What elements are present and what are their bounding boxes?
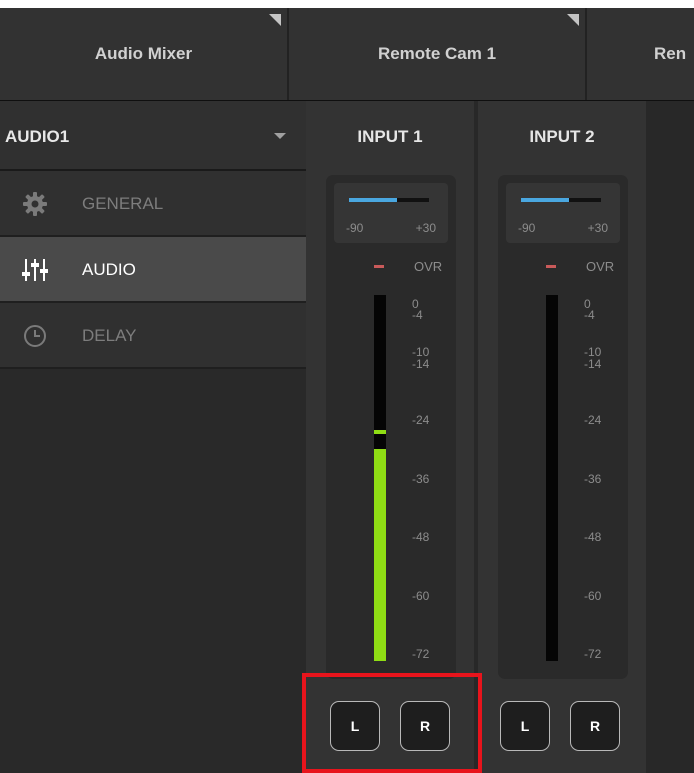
channel-strip-input-2: INPUT 2 -90 +30 OVR 0 -4 -10 -14 -24 -36… <box>478 101 646 773</box>
clock-icon <box>22 323 48 349</box>
scale-tick: -60 <box>584 589 602 603</box>
scale-tick: -14 <box>584 357 602 371</box>
volume-slider[interactable]: -90 +30 <box>506 183 620 243</box>
sidebar-item-label: GENERAL <box>82 194 164 213</box>
volume-fill <box>349 198 397 202</box>
overload-indicator <box>374 265 384 268</box>
scale-tick: -4 <box>584 308 595 322</box>
tab-label: Remote Cam 1 <box>377 44 497 63</box>
volume-slider[interactable]: -90 +30 <box>334 183 448 243</box>
meter-level <box>374 448 386 661</box>
channel-title: INPUT 1 <box>357 127 423 146</box>
channel-strip-input-1: INPUT 1 -90 +30 OVR 0 -4 -10 -14 -24 -36… <box>306 101 474 773</box>
sidebar: AUDIO1 GENERAL AUDIO DELAY <box>0 101 306 773</box>
source-dropdown[interactable]: AUDIO1 <box>0 101 306 171</box>
volume-min-label: -90 <box>346 221 364 235</box>
scale-tick: -72 <box>584 647 602 661</box>
volume-max-label: +30 <box>415 221 436 235</box>
meter-panel: -90 +30 OVR 0 -4 -10 -14 -24 -36 -48 -60… <box>498 175 628 679</box>
volume-track[interactable] <box>349 198 429 202</box>
right-channel-button[interactable]: R <box>400 701 450 751</box>
meter-peak <box>374 430 386 435</box>
scale-tick: -60 <box>412 589 430 603</box>
top-edge <box>0 0 694 8</box>
scale-tick: -14 <box>412 357 430 371</box>
right-channel-button[interactable]: R <box>570 701 620 751</box>
scale-tick: -72 <box>412 647 430 661</box>
level-meter <box>374 295 386 661</box>
ovr-label: OVR <box>414 259 443 274</box>
scale-tick: -24 <box>584 413 602 427</box>
app-window: Audio Mixer Remote Cam 1 Ren AUDIO1 GENE… <box>0 0 694 773</box>
meter-panel: -90 +30 OVR 0 -4 -10 -14 -24 -36 -48 -60… <box>326 175 456 679</box>
sidebar-item-audio[interactable]: AUDIO <box>0 237 306 303</box>
tab-audio-mixer[interactable]: Audio Mixer <box>0 8 287 100</box>
sidebar-item-label: AUDIO <box>82 260 136 279</box>
chevron-down-icon <box>274 133 286 139</box>
overload-indicator <box>546 265 556 268</box>
level-meter <box>546 295 558 661</box>
mixer-area: INPUT 1 -90 +30 OVR 0 -4 -10 -14 -24 -36… <box>306 101 694 773</box>
scale-tick: -4 <box>412 308 423 322</box>
sliders-icon <box>22 257 48 283</box>
left-channel-button[interactable]: L <box>330 701 380 751</box>
sidebar-item-label: DELAY <box>82 326 137 345</box>
sidebar-item-general[interactable]: GENERAL <box>0 171 306 237</box>
scale-tick: -48 <box>412 530 430 544</box>
scale-tick: -24 <box>412 413 430 427</box>
tab-remote-cam-1[interactable]: Remote Cam 1 <box>289 8 585 100</box>
tab-menu-corner-icon[interactable] <box>567 14 579 26</box>
source-dropdown-value: AUDIO1 <box>5 127 70 146</box>
tab-label: Ren <box>654 44 687 63</box>
scale-tick: -36 <box>412 472 430 486</box>
volume-min-label: -90 <box>518 221 536 235</box>
gear-icon <box>22 191 48 217</box>
volume-max-label: +30 <box>587 221 608 235</box>
scale-tick: -48 <box>584 530 602 544</box>
left-channel-button[interactable]: L <box>500 701 550 751</box>
tab-bar: Audio Mixer Remote Cam 1 Ren <box>0 8 694 102</box>
tab-menu-corner-icon[interactable] <box>269 14 281 26</box>
volume-track[interactable] <box>521 198 601 202</box>
sidebar-item-delay[interactable]: DELAY <box>0 303 306 369</box>
volume-fill <box>521 198 569 202</box>
channel-title: INPUT 2 <box>529 127 595 146</box>
scale-tick: -36 <box>584 472 602 486</box>
ovr-label: OVR <box>586 259 615 274</box>
tab-remote-cam-2[interactable]: Ren <box>587 8 694 100</box>
tab-label: Audio Mixer <box>94 44 193 63</box>
